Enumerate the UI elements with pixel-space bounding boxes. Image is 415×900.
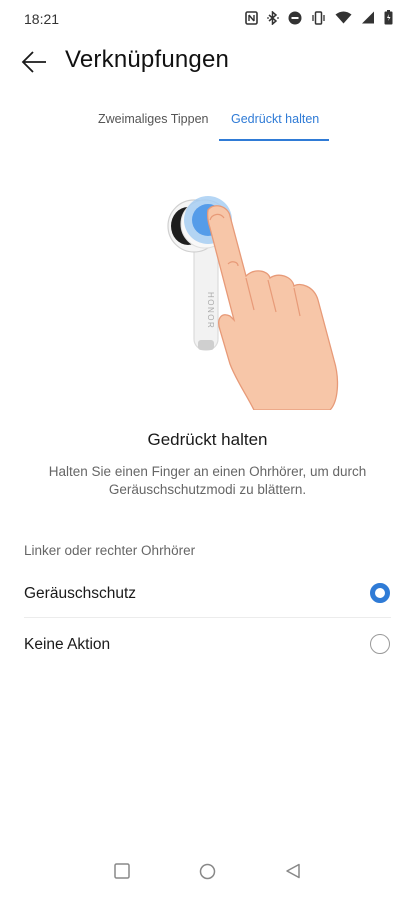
arrow-left-icon	[20, 51, 48, 80]
tab-bar: Zweimaliges Tippen Gedrückt halten	[0, 108, 415, 142]
option-label: Keine Aktion	[24, 636, 111, 653]
divider	[24, 617, 391, 618]
header: Verknüpfungen	[0, 40, 415, 84]
option-label: Geräuschschutz	[24, 585, 136, 602]
earbud-illustration: HONOR	[150, 180, 350, 411]
battery-icon	[384, 10, 393, 25]
vibrate-icon	[311, 10, 326, 25]
dnd-icon	[288, 11, 302, 25]
option-noise-control[interactable]: Geräuschschutz	[0, 568, 415, 618]
navigation-bar	[0, 855, 415, 891]
tab-press-hold[interactable]: Gedrückt halten	[231, 112, 319, 126]
status-time: 18:21	[24, 11, 60, 27]
page-title: Verknüpfungen	[65, 46, 230, 73]
home-icon[interactable]	[199, 863, 216, 885]
section-label: Linker oder rechter Ohrhörer	[24, 543, 196, 558]
status-bar: 18:21	[0, 0, 415, 36]
tab-active-indicator	[219, 139, 329, 141]
back-button[interactable]	[20, 48, 50, 76]
tab-double-tap[interactable]: Zweimaliges Tippen	[98, 112, 208, 126]
radio-unselected[interactable]	[370, 634, 390, 654]
description-title: Gedrückt halten	[147, 430, 268, 449]
status-icons	[245, 10, 393, 25]
option-no-action[interactable]: Keine Aktion	[0, 619, 415, 669]
bluetooth-icon	[267, 10, 279, 25]
wifi-icon	[335, 11, 352, 24]
earbud-brand-text: HONOR	[206, 292, 215, 329]
description-text: Halten Sie einen Finger an einen Ohrhöre…	[48, 464, 367, 497]
recent-apps-icon[interactable]	[114, 863, 130, 884]
back-icon[interactable]	[285, 863, 301, 884]
nfc-icon	[245, 10, 258, 25]
signal-icon	[361, 11, 375, 24]
radio-selected[interactable]	[370, 583, 390, 603]
